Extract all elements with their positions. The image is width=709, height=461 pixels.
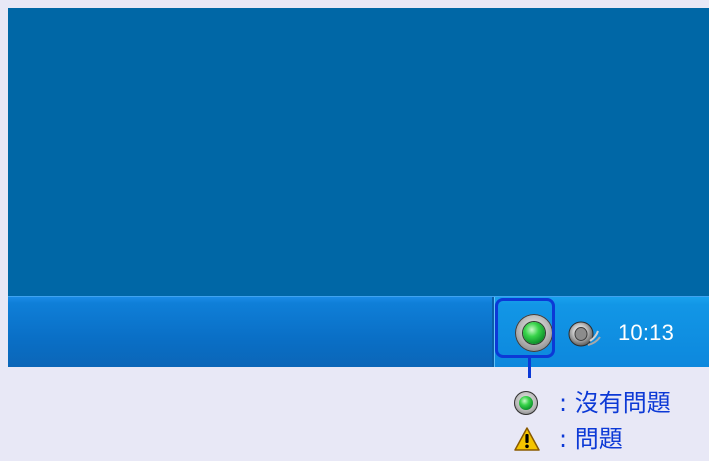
status-ok-lens: [519, 396, 533, 410]
speaker-icon[interactable]: [566, 319, 602, 351]
system-tray: 10:13: [492, 297, 709, 367]
legend-item-ok: : 沒有問題: [514, 385, 704, 421]
taskbar: 10:13: [8, 296, 709, 367]
status-ok-lens: [523, 322, 545, 344]
status-legend: : 沒有問題 : 問題: [514, 385, 704, 457]
desktop-screen: 10:13: [8, 8, 709, 367]
callout-line: [528, 358, 531, 378]
legend-label-ok: : 沒有問題: [559, 389, 671, 417]
legend-label-warning: : 問題: [559, 425, 623, 453]
warning-icon: [514, 427, 540, 451]
status-ok-icon: [514, 391, 538, 415]
status-ok-icon[interactable]: [515, 314, 553, 352]
taskbar-clock[interactable]: 10:13: [618, 319, 674, 347]
legend-item-warning: : 問題: [514, 421, 704, 457]
